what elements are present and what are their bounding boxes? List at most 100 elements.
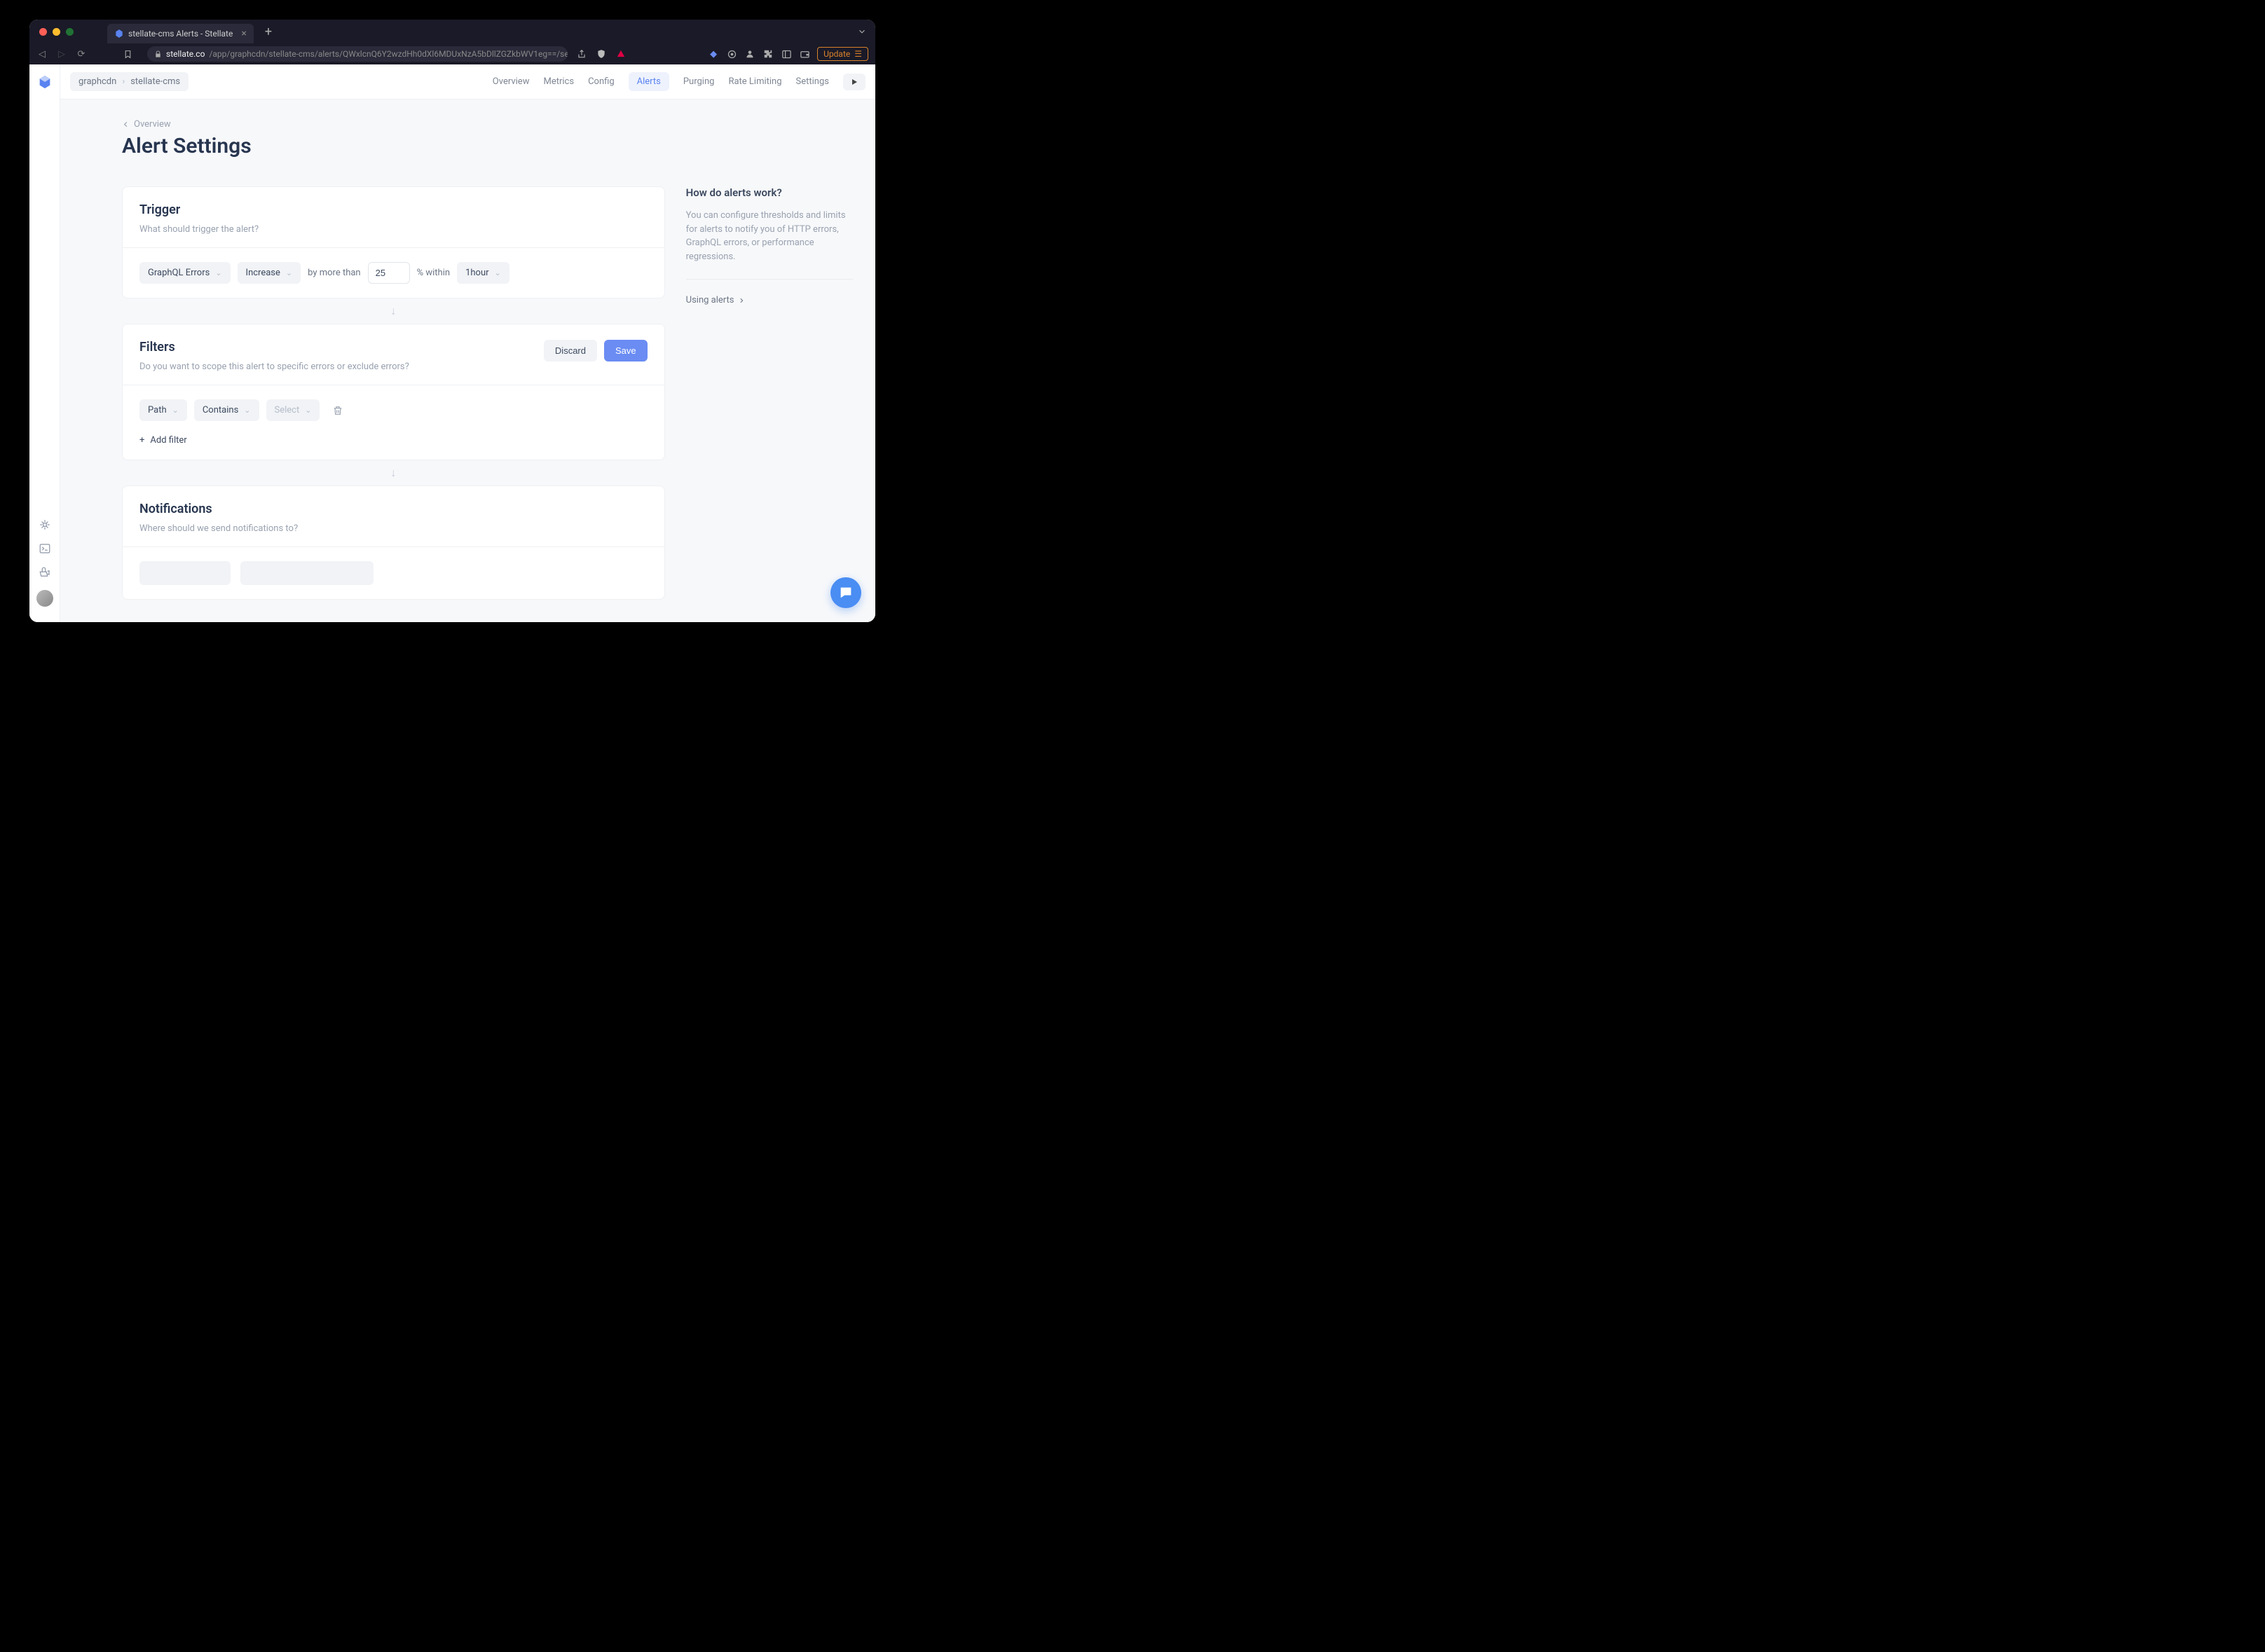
page-title: Alert Settings (122, 134, 853, 158)
notification-channel-2[interactable] (240, 561, 374, 585)
notifications-subtitle: Where should we send notifications to? (139, 523, 648, 534)
window-controls (39, 28, 74, 36)
chevron-right-icon (738, 297, 745, 304)
minimize-window-icon[interactable] (53, 28, 60, 36)
stellate-favicon-icon (114, 29, 124, 39)
chevron-down-icon: ⌄ (305, 406, 311, 415)
arrow-down-icon: ↓ (122, 298, 665, 324)
play-button[interactable] (843, 74, 865, 90)
top-nav: graphcdn › stellate-cms Overview Metrics… (60, 64, 875, 99)
nav-settings[interactable]: Settings (796, 76, 829, 87)
help-link-label: Using alerts (686, 295, 734, 305)
brave-shield-icon[interactable] (596, 48, 607, 60)
trigger-title: Trigger (139, 202, 648, 217)
lock-icon (154, 50, 162, 58)
save-button[interactable]: Save (604, 340, 648, 362)
url-domain: stellate.co (166, 49, 205, 59)
trigger-subtitle: What should trigger the alert? (139, 224, 648, 235)
close-window-icon[interactable] (39, 28, 47, 36)
chevron-down-icon: ⌄ (215, 268, 221, 277)
content: graphcdn › stellate-cms Overview Metrics… (60, 64, 875, 622)
add-filter-button[interactable]: + Add filter (139, 435, 648, 446)
using-alerts-link[interactable]: Using alerts (686, 295, 853, 305)
trigger-direction-select[interactable]: Increase ⌄ (238, 262, 301, 284)
terminal-icon[interactable] (39, 542, 51, 555)
trigger-window-select[interactable]: 1hour ⌄ (457, 262, 509, 284)
left-sidebar (29, 64, 60, 622)
tab-overflow-icon[interactable] (857, 27, 867, 36)
bookmark-icon[interactable] (123, 50, 135, 59)
filters-card: Filters Do you want to scope this alert … (122, 324, 665, 460)
update-label: Update (823, 49, 850, 59)
chevron-down-icon: ⌄ (286, 268, 292, 277)
notification-channel-1[interactable] (139, 561, 231, 585)
nav-alerts[interactable]: Alerts (629, 72, 669, 91)
nav-rate-limiting[interactable]: Rate Limiting (728, 76, 781, 87)
trigger-metric-select[interactable]: GraphQL Errors ⌄ (139, 262, 231, 284)
tab-bar: stellate-cms Alerts - Stellate × + (29, 20, 875, 43)
help-sidebar: How do alerts work? You can configure th… (686, 186, 853, 600)
chevron-down-icon: ⌄ (495, 268, 501, 277)
avatar[interactable] (36, 590, 53, 607)
stellate-logo-icon[interactable] (37, 74, 53, 90)
notifications-title: Notifications (139, 502, 648, 516)
filters-title: Filters (139, 340, 409, 355)
trash-icon[interactable] (332, 405, 343, 416)
add-filter-label: Add filter (150, 435, 186, 446)
browser-tab[interactable]: stellate-cms Alerts - Stellate × (107, 24, 254, 43)
back-icon[interactable]: ◁ (36, 49, 48, 60)
url-path: /app/graphcdn/stellate-cms/alerts/QWxlcn… (209, 49, 568, 59)
extension-icon-1[interactable] (726, 48, 737, 60)
divider (686, 279, 853, 280)
reload-icon[interactable]: ⟳ (76, 49, 87, 60)
address-bar: ◁ ▷ ⟳ stellate.co/app/graphcdn/stellate-… (29, 43, 875, 64)
nav-overview[interactable]: Overview (493, 76, 530, 87)
threshold-input[interactable] (368, 262, 410, 284)
diamond-icon[interactable]: ◆ (708, 48, 719, 60)
person-icon[interactable] (744, 48, 755, 60)
filter-field-label: Path (148, 405, 167, 415)
discard-button[interactable]: Discard (544, 340, 597, 362)
nav-purging[interactable]: Purging (683, 76, 715, 87)
brave-rewards-icon[interactable] (615, 48, 627, 60)
sidebar-bottom (36, 518, 53, 622)
feedback-icon[interactable] (39, 566, 51, 579)
filter-value-placeholder: Select (275, 405, 300, 415)
close-tab-icon[interactable]: × (241, 28, 246, 39)
breadcrumb[interactable]: graphcdn › stellate-cms (70, 72, 189, 91)
nav-config[interactable]: Config (588, 76, 615, 87)
wallet-icon[interactable] (799, 48, 810, 60)
page: graphcdn › stellate-cms Overview Metrics… (29, 64, 875, 622)
trigger-metric-label: GraphQL Errors (148, 268, 210, 278)
browser-window: stellate-cms Alerts - Stellate × + ◁ ▷ ⟳… (29, 20, 875, 622)
update-button[interactable]: Update ☰ (817, 47, 868, 61)
main-row: Trigger What should trigger the alert? G… (122, 186, 853, 600)
share-icon[interactable] (576, 48, 587, 60)
scroll-area[interactable]: Overview Alert Settings Trigger What sho… (60, 99, 875, 622)
breadcrumb-project: stellate-cms (130, 76, 180, 87)
forward-icon[interactable]: ▷ (56, 49, 67, 60)
sparkle-icon[interactable] (39, 518, 51, 531)
cards-column: Trigger What should trigger the alert? G… (122, 186, 665, 600)
url-field[interactable]: stellate.co/app/graphcdn/stellate-cms/al… (147, 46, 568, 62)
panel-icon[interactable] (781, 48, 792, 60)
help-title: How do alerts work? (686, 186, 853, 199)
plus-icon: + (139, 435, 144, 446)
toolbar-right: ◆ Update ☰ (708, 47, 868, 61)
chat-bubble-button[interactable] (830, 577, 861, 608)
filter-value-select[interactable]: Select ⌄ (266, 399, 320, 421)
filter-op-label: Contains (203, 405, 238, 415)
top-nav-links: Overview Metrics Config Alerts Purging R… (493, 72, 865, 91)
nav-metrics[interactable]: Metrics (543, 76, 574, 87)
back-link[interactable]: Overview (122, 119, 853, 130)
new-tab-icon[interactable]: + (265, 25, 272, 39)
maximize-window-icon[interactable] (66, 28, 74, 36)
arrow-down-icon: ↓ (122, 460, 665, 486)
tab-title: stellate-cms Alerts - Stellate (128, 29, 233, 39)
help-text: You can configure thresholds and limits … (686, 209, 853, 263)
trigger-window-label: 1hour (465, 268, 488, 278)
menu-icon: ☰ (854, 49, 862, 59)
filter-field-select[interactable]: Path ⌄ (139, 399, 187, 421)
filter-op-select[interactable]: Contains ⌄ (194, 399, 259, 421)
puzzle-icon[interactable] (762, 48, 774, 60)
